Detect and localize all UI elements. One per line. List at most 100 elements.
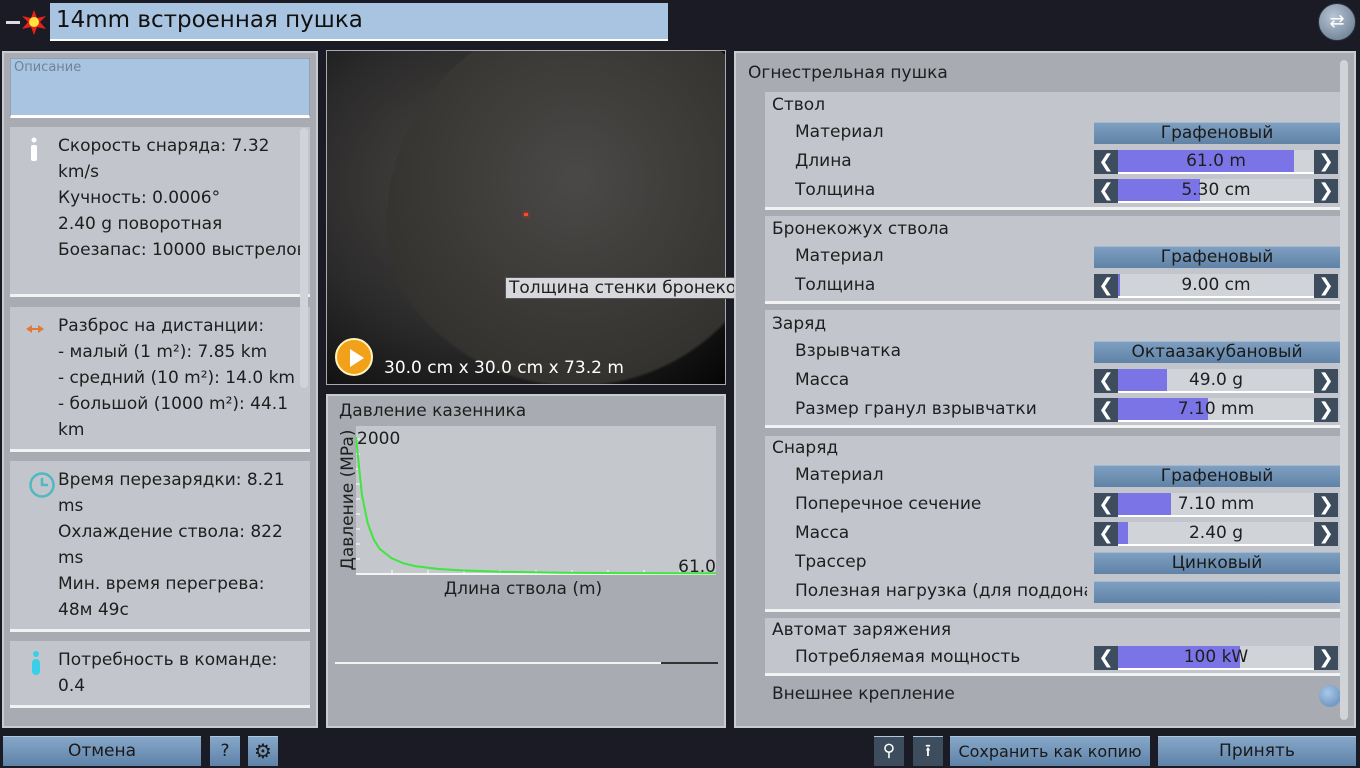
- info-icon: [31, 137, 37, 161]
- stat-line: Боезапас: 10000 выстрелов: [58, 240, 307, 260]
- chevron-right-icon[interactable]: ❯: [1314, 150, 1338, 174]
- value-slider[interactable]: ❮ 61.0 m ❯: [1094, 150, 1340, 174]
- dropdown-select[interactable]: Графеновый: [1094, 465, 1340, 487]
- dropdown-select[interactable]: Октаазакубановый: [1094, 341, 1340, 363]
- section-title: Снаряд: [772, 438, 839, 458]
- chevron-left-icon[interactable]: ❮: [1094, 522, 1118, 546]
- row-label: Толщина: [795, 180, 876, 200]
- description-input[interactable]: Описание: [10, 58, 310, 118]
- section-title: Автомат заряжения: [772, 620, 952, 640]
- cancel-button[interactable]: Отмена: [3, 736, 201, 766]
- slider-value: 7.10 mm: [1177, 494, 1255, 514]
- slider-value: 61.0 m: [1186, 151, 1246, 171]
- section-title: Заряд: [772, 314, 827, 334]
- y-axis-label: Давление (MPa): [338, 430, 358, 571]
- slider-track[interactable]: 61.0 m: [1118, 150, 1314, 174]
- stat-line: Скорость снаряда: 7.32 km/s: [58, 136, 270, 182]
- slider-track[interactable]: 5.30 cm: [1118, 179, 1314, 203]
- chevron-left-icon[interactable]: ❮: [1094, 179, 1118, 203]
- muzzle-marker: [524, 213, 528, 216]
- y-max-label: 2000: [357, 429, 400, 449]
- play-button[interactable]: [335, 338, 373, 376]
- dropdown-select[interactable]: Цинковый: [1094, 552, 1340, 574]
- stat-line: Мин. время перегрева: 48м 49с: [58, 574, 265, 620]
- stat-line: Потребность в команде: 0.4: [58, 650, 278, 696]
- row-label: Потребляемая мощность: [795, 647, 1021, 667]
- stats-card-crew: Потребность в команде: 0.4: [10, 641, 310, 708]
- slider-track[interactable]: 49.0 g: [1118, 369, 1314, 393]
- row-label: Материал: [795, 122, 884, 142]
- value-slider[interactable]: ❮ 7.10 mm ❯: [1094, 493, 1340, 517]
- slider-track[interactable]: 7.10 mm: [1118, 398, 1314, 422]
- pressure-chart: 2000 61.0 Длина ствола (m) Давление (MPa…: [335, 426, 718, 664]
- stat-line: 2.40 g поворотная: [58, 214, 223, 234]
- external-mount-toggle[interactable]: [1319, 685, 1341, 707]
- upload-icon[interactable]: ⭱: [913, 736, 943, 766]
- row-label: Трассер: [795, 552, 867, 572]
- value-slider[interactable]: ❮ 5.30 cm ❯: [1094, 179, 1340, 203]
- spread-arrows-icon: [26, 325, 44, 333]
- accept-button[interactable]: Принять: [1158, 736, 1356, 766]
- chevron-left-icon[interactable]: ❮: [1094, 274, 1118, 298]
- config-scrollbar[interactable]: [1340, 60, 1348, 720]
- slider-value: 49.0 g: [1188, 370, 1244, 390]
- slider-value: 2.40 g: [1188, 523, 1244, 543]
- crew-icon: [32, 651, 40, 675]
- title-input[interactable]: 14mm встроенная пушка: [50, 3, 668, 41]
- stats-card-reload: Время перезарядки: 8.21 ms Охлаждение ст…: [10, 461, 310, 632]
- dropdown-select[interactable]: Графеновый: [1094, 122, 1340, 144]
- value-slider[interactable]: ❮ 49.0 g ❯: [1094, 369, 1340, 393]
- chevron-right-icon[interactable]: ❯: [1314, 493, 1338, 517]
- component-type-title: Огнестрельная пушка: [748, 63, 948, 83]
- value-slider[interactable]: ❮ 7.10 mm ❯: [1094, 398, 1340, 422]
- x-max-label: 61.0: [678, 557, 716, 577]
- chevron-right-icon[interactable]: ❯: [1314, 522, 1338, 546]
- chevron-right-icon[interactable]: ❯: [1314, 274, 1338, 298]
- help-button[interactable]: ?: [210, 736, 240, 766]
- row-label: Материал: [795, 465, 884, 485]
- value-slider[interactable]: ❮ 100 kW ❯: [1094, 646, 1340, 670]
- stat-line: - средний (10 m²): 14.0 km: [58, 368, 295, 388]
- settings-gear-icon[interactable]: ⚙: [248, 736, 278, 766]
- plot-area: [356, 426, 716, 574]
- row-label: Поперечное сечение: [795, 494, 982, 514]
- chevron-left-icon[interactable]: ❮: [1094, 150, 1118, 174]
- weapon-3d-preview[interactable]: [326, 50, 726, 385]
- slider-track[interactable]: 7.10 mm: [1118, 493, 1314, 517]
- slider-value: 100 kW: [1183, 647, 1249, 667]
- chevron-left-icon[interactable]: ❮: [1094, 646, 1118, 670]
- dropdown-select[interactable]: Графеновый: [1094, 246, 1340, 268]
- stats-card-ballistics: Скорость снаряда: 7.32 km/s Кучность: 0.…: [10, 127, 310, 297]
- clock-icon: [29, 472, 55, 498]
- value-slider[interactable]: ❮ 9.00 cm ❯: [1094, 274, 1340, 298]
- row-label: Толщина: [795, 275, 876, 295]
- stats-scrollbar[interactable]: [300, 128, 308, 388]
- slider-track[interactable]: 9.00 cm: [1118, 274, 1314, 298]
- stat-line: Время перезарядки: 8.21 ms: [58, 470, 285, 516]
- stat-line: Охлаждение ствола: 822 ms: [58, 522, 283, 568]
- stat-line: - малый (1 m²): 7.85 km: [58, 342, 268, 362]
- row-label: Масса: [795, 370, 850, 390]
- slider-track[interactable]: 2.40 g: [1118, 522, 1314, 546]
- stat-line: Разброс на дистанции:: [58, 316, 265, 336]
- chevron-right-icon[interactable]: ❯: [1314, 398, 1338, 422]
- chevron-right-icon[interactable]: ❯: [1314, 646, 1338, 670]
- dimensions-label: 30.0 cm x 30.0 cm x 73.2 m: [384, 358, 624, 378]
- chevron-left-icon[interactable]: ❮: [1094, 493, 1118, 517]
- chevron-right-icon[interactable]: ❯: [1314, 369, 1338, 393]
- save-copy-button[interactable]: Сохранить как копию: [950, 736, 1150, 766]
- swap-arrows-icon[interactable]: ⇄: [1318, 3, 1356, 41]
- value-slider[interactable]: ❮ 2.40 g ❯: [1094, 522, 1340, 546]
- stat-line: - большой (1000 m²): 44.1 km: [58, 394, 289, 440]
- pin-icon[interactable]: ⚲: [874, 736, 904, 766]
- slider-track[interactable]: 100 kW: [1118, 646, 1314, 670]
- chevron-left-icon[interactable]: ❮: [1094, 369, 1118, 393]
- chevron-right-icon[interactable]: ❯: [1314, 179, 1338, 203]
- row-label: Взрывчатка: [795, 341, 901, 361]
- section-title: Ствол: [772, 95, 826, 115]
- dropdown-select[interactable]: [1094, 581, 1340, 603]
- chevron-left-icon[interactable]: ❮: [1094, 398, 1118, 422]
- slider-value: 5.30 cm: [1181, 180, 1251, 200]
- x-axis-label: Длина ствола (m): [444, 579, 602, 599]
- slider-value: 7.10 mm: [1177, 399, 1255, 419]
